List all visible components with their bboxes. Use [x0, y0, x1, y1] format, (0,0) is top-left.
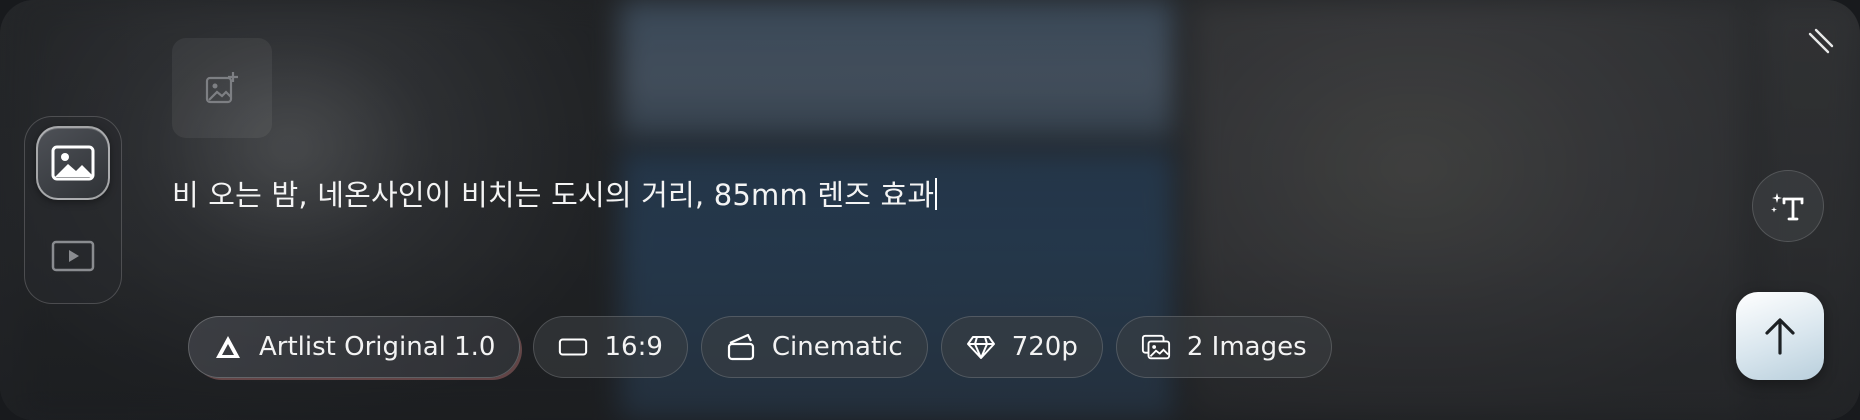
text-caret	[935, 178, 938, 210]
model-label: Artlist Original 1.0	[259, 332, 496, 362]
image-count-selector[interactable]: 2 Images	[1115, 316, 1332, 378]
artlist-logo-icon	[213, 332, 243, 362]
model-selector[interactable]: Artlist Original 1.0	[188, 316, 521, 378]
clapperboard-icon	[726, 332, 756, 362]
image-icon	[51, 145, 95, 181]
prompt-panel: 비 오는 밤, 네온사인이 비치는 도시의 거리, 85mm 렌즈 효과 Art…	[0, 0, 1860, 420]
magic-text-icon	[1771, 193, 1804, 221]
video-icon	[51, 240, 95, 272]
images-icon	[1141, 332, 1171, 362]
video-mode-button[interactable]	[36, 219, 110, 293]
style-selector[interactable]: Cinematic	[700, 316, 928, 378]
prompt-input[interactable]: 비 오는 밤, 네온사인이 비치는 도시의 거리, 85mm 렌즈 효과	[172, 172, 938, 214]
prompt-text: 비 오는 밤, 네온사인이 비치는 도시의 거리, 85mm 렌즈 효과	[172, 178, 935, 212]
add-image-button[interactable]	[172, 38, 272, 138]
aspect-ratio-icon	[558, 332, 588, 362]
mode-switch	[24, 116, 122, 304]
arrow-up-icon	[1765, 318, 1795, 355]
diamond-icon	[966, 332, 996, 362]
quality-label: 720p	[1011, 332, 1078, 362]
image-mode-button[interactable]	[36, 126, 110, 200]
collapse-icon[interactable]	[1808, 28, 1834, 54]
image-count-label: 2 Images	[1186, 332, 1307, 362]
add-image-icon	[205, 72, 238, 104]
aspect-ratio-label: 16:9	[604, 332, 663, 362]
generation-options-toolbar: Artlist Original 1.0 16:9 Cinematic 720p…	[188, 316, 1332, 378]
style-label: Cinematic	[771, 332, 903, 362]
aspect-ratio-selector[interactable]: 16:9	[533, 316, 688, 378]
quality-selector[interactable]: 720p	[940, 316, 1103, 378]
generate-submit-button[interactable]	[1736, 292, 1824, 380]
enhance-prompt-button[interactable]	[1752, 170, 1824, 242]
